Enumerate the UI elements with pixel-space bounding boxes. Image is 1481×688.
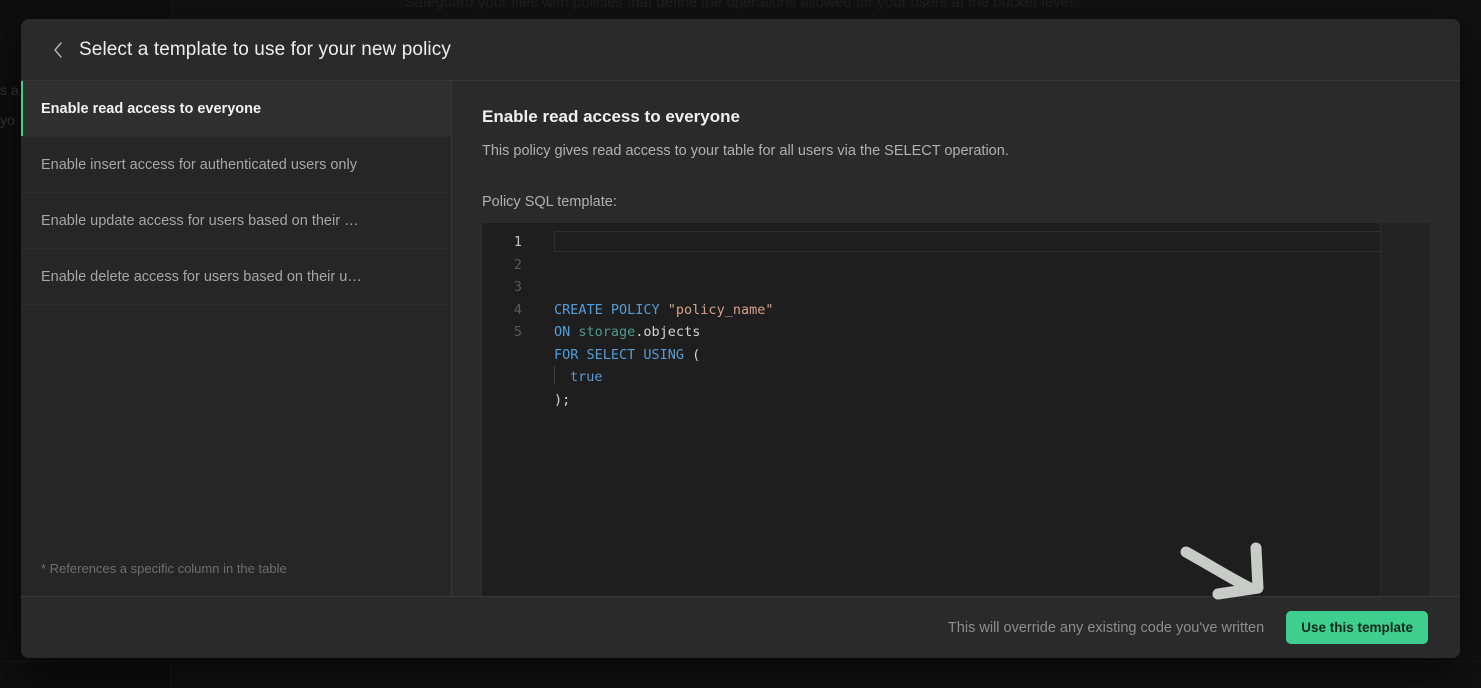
line-number: 3 [513,279,522,295]
code-token: FOR SELECT USING [554,346,693,363]
template-selection-modal: Select a template to use for your new po… [21,19,1460,658]
template-detail-panel: Enable read access to everyone This poli… [452,81,1460,596]
sql-template-label: Policy SQL template: [482,194,617,210]
code-token: "policy_name" [667,301,774,318]
chevron-left-icon[interactable] [47,39,69,61]
code-token: ); [554,391,571,408]
code-content[interactable]: CREATE POLICY "policy_name" ON storage.ob… [538,223,1430,596]
code-line: CREATE POLICY "policy_name" [554,299,1430,322]
page-title: Select a template to use for your new po… [79,38,451,60]
list-footnote: * References a specific column in the ta… [41,561,287,576]
template-list-item-insert[interactable]: Enable insert access for authenticated u… [21,137,451,193]
code-token: true [570,369,603,385]
indent-guide [554,366,555,385]
code-token: ( [692,346,701,363]
template-list-item-update[interactable]: Enable update access for users based on … [21,193,451,249]
code-line: FOR SELECT USING ( [554,344,1430,367]
modal-footer: This will override any existing code you… [21,596,1460,658]
detail-title: Enable read access to everyone [482,107,740,126]
code-token: ON [554,324,579,340]
code-line: ON storage.objects [554,321,1430,344]
template-list-item-read[interactable]: Enable read access to everyone [21,81,451,137]
line-number: 4 [513,301,522,318]
detail-description: This policy gives read access to your ta… [482,143,1009,159]
active-line-highlight [554,231,1416,252]
template-list-panel: Enable read access to everyone Enable in… [21,81,452,596]
use-this-template-button[interactable]: Use this template [1286,611,1428,644]
line-number-gutter: 1 2 3 4 5 [482,223,538,596]
line-number: 2 [513,256,522,273]
modal-body: Enable read access to everyone Enable in… [21,81,1460,596]
sql-code-editor[interactable]: 12345 CREATE POLICY "policy_name" ON stor… [482,223,1430,596]
template-list-item-delete[interactable]: Enable delete access for users based on … [21,249,451,305]
code-token: storage [578,324,636,340]
modal-header: Select a template to use for your new po… [21,19,1460,81]
editor-minimap[interactable] [1381,223,1430,596]
code-token: .objects [635,324,701,340]
template-list: Enable read access to everyone Enable in… [21,81,451,305]
code-line: ); [554,389,1430,412]
line-number: 5 [513,324,522,340]
line-number: 1 [513,234,522,250]
code-line: true [554,366,1430,389]
override-warning-text: This will override any existing code you… [947,619,1265,636]
code-token: CREATE POLICY [554,301,668,318]
